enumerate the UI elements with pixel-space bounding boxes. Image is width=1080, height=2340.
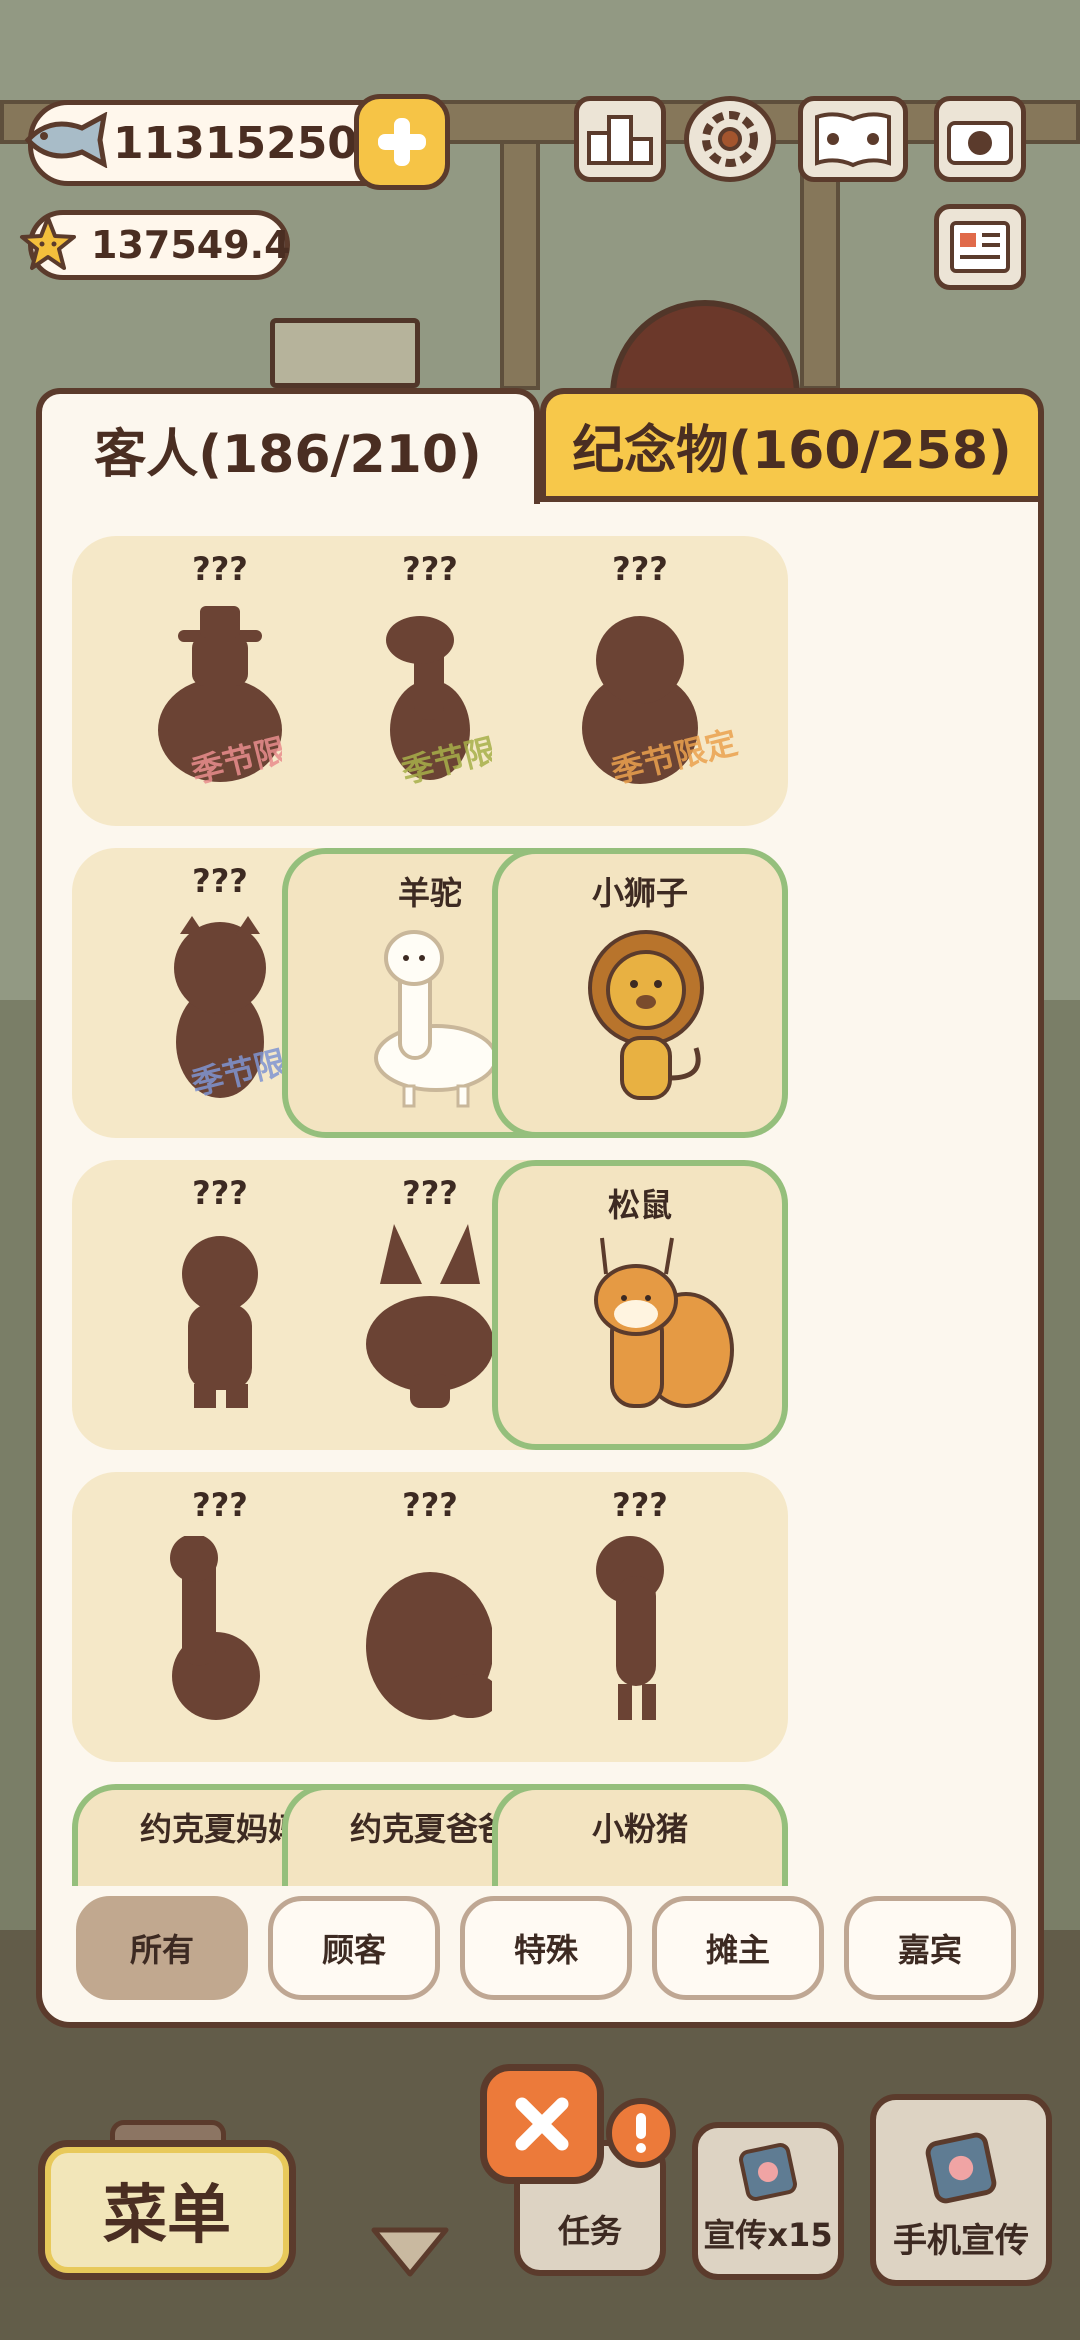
customer-name: 小粉猪 [591,1810,688,1848]
customer-card-locked[interactable]: ??? [492,1472,788,1762]
customer-portrait [588,930,704,1100]
promo-label: 宣传x15 [703,2216,833,2254]
filter-2[interactable]: 特殊 [460,1896,632,2000]
customer-card-unlocked[interactable]: 小狮子 [492,848,788,1138]
customer-name: 小狮子 [591,874,688,912]
newspaper-icon [950,221,1010,273]
plus-icon [378,118,426,166]
customer-card-locked[interactable]: ??? 季节限定 [492,536,788,826]
customer-grid[interactable]: ??? 季节限定??? 季节限定??? 季节限定??? 季节限定 羊驼 小狮子?????? 松… [72,536,1008,1886]
album-button[interactable] [798,96,908,182]
close-icon [515,2097,569,2151]
phone-promo-label: 手机宣传 [893,2221,1029,2261]
chevron-down-icon[interactable] [368,2222,452,2282]
filter-4[interactable]: 嘉宾 [844,1896,1016,2000]
settings-button[interactable] [684,96,776,182]
alert-badge [606,2098,676,2168]
customer-name: 松鼠 [607,1186,672,1224]
customer-name: ??? [612,1486,668,1524]
tasks-label: 任务 [557,2212,622,2250]
filter-0[interactable]: 所有 [76,1896,248,2000]
filter-3[interactable]: 摊主 [652,1896,824,2000]
star-icon [20,216,76,270]
filter-bar: 所有 顾客 特殊 摊主 嘉宾 [76,1896,1016,2000]
phone-promo-button[interactable]: 手机宣传 [870,2094,1052,2286]
close-button[interactable] [480,2064,604,2184]
exclamation-icon [636,2113,646,2153]
customer-portrait [594,1237,734,1408]
customer-card-unlocked[interactable]: 小粉猪 [492,1784,788,1886]
add-fish-button[interactable] [354,94,450,190]
customer-name: ??? [612,550,668,588]
news-button[interactable] [934,204,1026,290]
customer-card-unlocked[interactable]: 松鼠 [492,1160,788,1450]
menu-label: 菜单 [103,2179,231,2253]
fish-count: 113152509 [113,117,389,169]
star-count: 137549.4 [91,223,291,267]
phone-card-icon [925,2132,997,2204]
tab-customers[interactable]: 客人(186/210) [36,388,540,504]
ranking-button[interactable] [574,96,666,182]
podium-icon [587,115,653,165]
fish-icon [24,112,108,168]
customer-silhouette [596,1536,664,1720]
paw-book-icon [815,112,891,168]
camera-icon [947,121,1013,165]
tab-joint [42,492,534,512]
promo-button[interactable]: 宣传x15 [692,2122,844,2280]
gear-icon [702,111,758,167]
camera-button[interactable] [934,96,1026,182]
filter-1[interactable]: 顾客 [268,1896,440,2000]
promo-card-icon [739,2143,797,2201]
tab-souvenirs[interactable]: 纪念物(160/258) [540,388,1044,502]
menu-button[interactable]: 菜单 [38,2140,296,2280]
